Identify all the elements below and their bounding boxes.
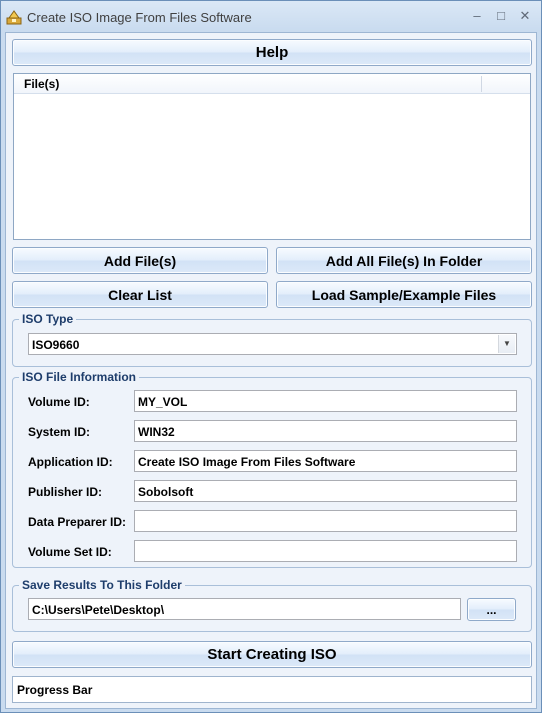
- load-sample-button[interactable]: Load Sample/Example Files: [276, 281, 532, 308]
- app-window: Create ISO Image From Files Software – □…: [0, 0, 542, 713]
- iso-type-select[interactable]: ISO9660 ▼: [28, 333, 517, 355]
- system-id-input[interactable]: WIN32: [134, 420, 517, 442]
- minimize-icon[interactable]: –: [466, 7, 488, 25]
- app-icon: [6, 9, 22, 25]
- publisher-id-input[interactable]: Sobolsoft: [134, 480, 517, 502]
- progress-bar-label: Progress Bar: [17, 683, 93, 697]
- iso-type-group: ISO Type ISO9660 ▼: [12, 312, 532, 367]
- save-folder-group: Save Results To This Folder C:\Users\Pet…: [12, 578, 532, 632]
- help-button[interactable]: Help: [12, 39, 532, 66]
- maximize-icon[interactable]: □: [490, 7, 512, 25]
- file-list[interactable]: File(s): [13, 73, 531, 240]
- chevron-down-icon[interactable]: ▼: [498, 335, 515, 353]
- window-title: Create ISO Image From Files Software: [27, 10, 252, 25]
- volume-set-id-input[interactable]: [134, 540, 517, 562]
- iso-file-info-group-label: ISO File Information: [19, 370, 140, 384]
- add-files-button[interactable]: Add File(s): [12, 247, 268, 274]
- clear-list-button[interactable]: Clear List: [12, 281, 268, 308]
- iso-file-info-group: ISO File Information Volume ID: MY_VOL S…: [12, 370, 532, 568]
- progress-bar: Progress Bar: [12, 676, 532, 703]
- close-icon[interactable]: ✕: [514, 7, 536, 25]
- save-folder-path-input[interactable]: C:\Users\Pete\Desktop\: [28, 598, 461, 620]
- volume-set-id-label: Volume Set ID:: [28, 545, 112, 559]
- publisher-id-label: Publisher ID:: [28, 485, 103, 499]
- add-all-folder-button[interactable]: Add All File(s) In Folder: [276, 247, 532, 274]
- save-folder-group-label: Save Results To This Folder: [19, 578, 185, 592]
- system-id-label: System ID:: [28, 425, 91, 439]
- column-header-files[interactable]: File(s): [24, 77, 59, 91]
- client-area: Help File(s) Add File(s) Add All File(s)…: [5, 32, 537, 709]
- column-divider[interactable]: [481, 76, 482, 92]
- iso-type-group-label: ISO Type: [19, 312, 77, 326]
- data-preparer-id-input[interactable]: [134, 510, 517, 532]
- data-preparer-id-label: Data Preparer ID:: [28, 515, 127, 529]
- volume-id-input[interactable]: MY_VOL: [134, 390, 517, 412]
- application-id-label: Application ID:: [28, 455, 113, 469]
- file-list-header[interactable]: File(s): [14, 74, 530, 94]
- browse-folder-button[interactable]: ...: [467, 598, 516, 621]
- title-bar[interactable]: Create ISO Image From Files Software – □…: [1, 1, 541, 33]
- volume-id-label: Volume ID:: [28, 395, 90, 409]
- application-id-input[interactable]: Create ISO Image From Files Software: [134, 450, 517, 472]
- iso-type-selected-value: ISO9660: [32, 338, 80, 352]
- start-creating-iso-button[interactable]: Start Creating ISO: [12, 641, 532, 668]
